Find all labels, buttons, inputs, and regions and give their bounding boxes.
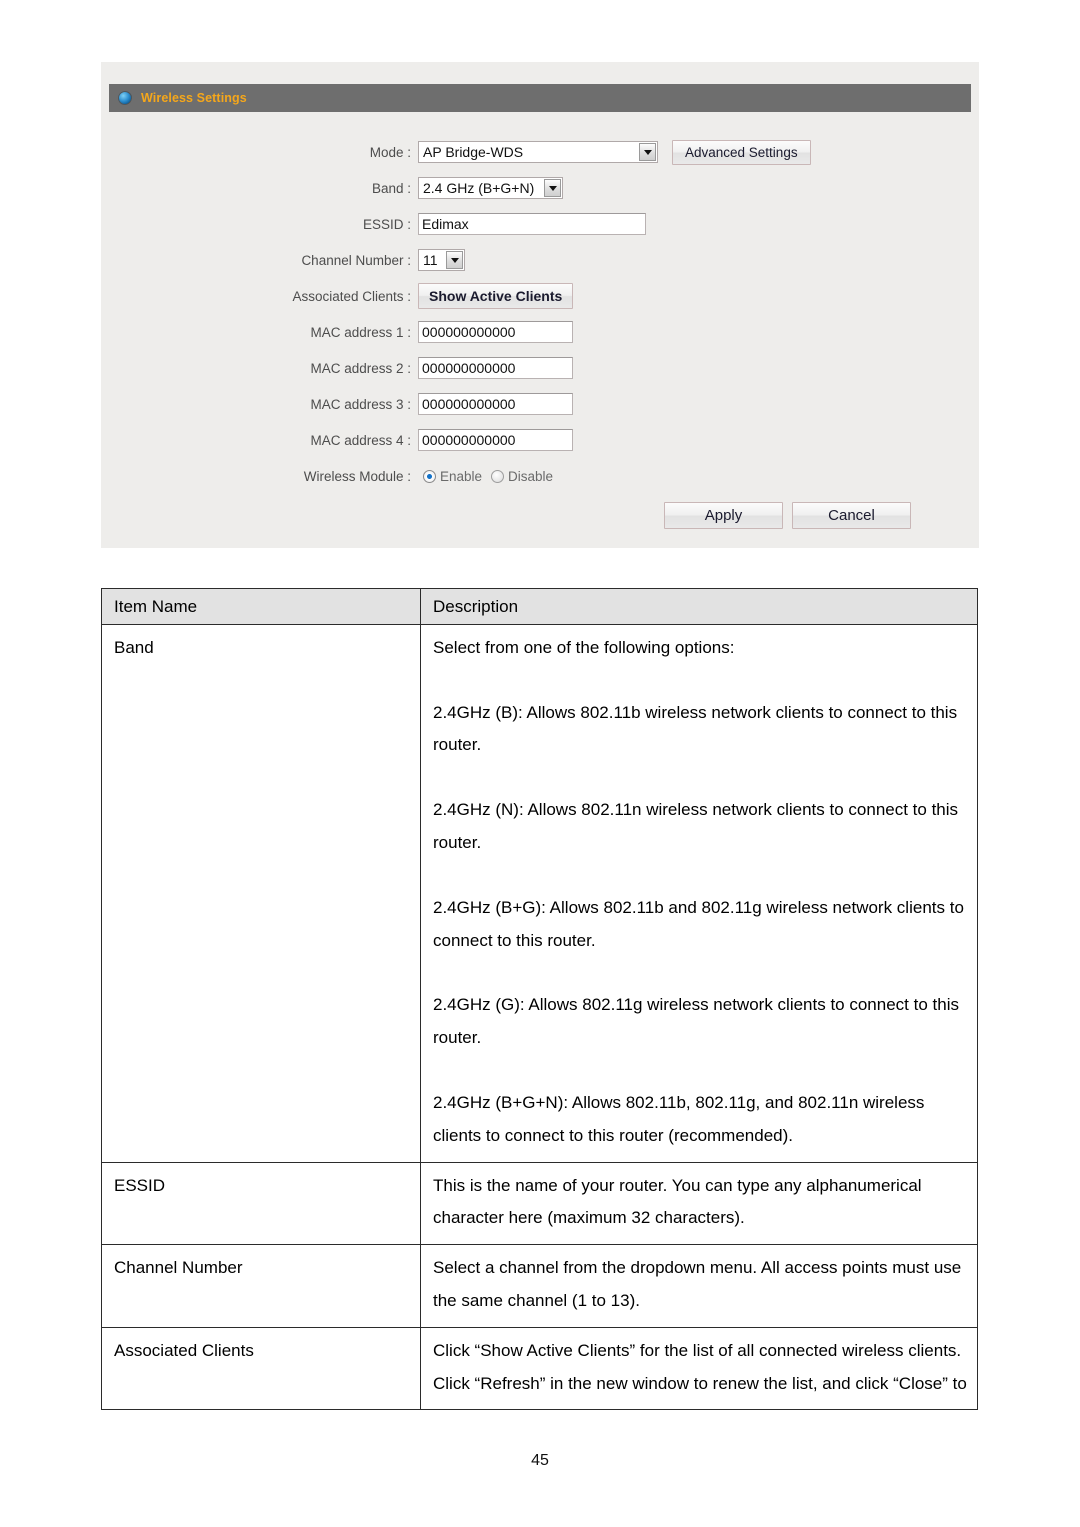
column-header-description: Description [420, 588, 978, 625]
channel-number-value: 11 [423, 252, 438, 268]
apply-button[interactable]: Apply [664, 502, 783, 529]
field-row-associated-clients: Associated Clients : Show Active Clients [101, 278, 979, 314]
wireless-settings-screenshot: Wireless Settings Mode : AP Bridge-WDS A… [101, 62, 979, 548]
chevron-down-icon[interactable] [544, 179, 561, 197]
field-row-band: Band : 2.4 GHz (B+G+N) [101, 170, 979, 206]
row-description: Select a channel from the dropdown menu.… [420, 1244, 978, 1328]
description-paragraph: 2.4GHz (B+G): Allows 802.11b and 802.11g… [433, 897, 964, 950]
settings-description-table: Item Name Description Band Select from o… [101, 588, 978, 1411]
chevron-down-icon[interactable] [446, 251, 463, 269]
table-row: Band Select from one of the following op… [101, 623, 978, 1163]
mode-value: AP Bridge-WDS [423, 144, 524, 160]
radio-selected-icon [423, 469, 436, 483]
row-description: Click “Show Active Clients” for the list… [420, 1326, 978, 1411]
mac-address-4-input[interactable]: 000000000000 [418, 429, 573, 451]
panel-title: Wireless Settings [141, 91, 247, 105]
mac-address-2-label: MAC address 2 : [310, 360, 411, 376]
mode-select[interactable]: AP Bridge-WDS [418, 141, 658, 163]
radio-bullet-icon [118, 91, 132, 105]
mac-address-1-label: MAC address 1 : [310, 324, 411, 340]
band-select[interactable]: 2.4 GHz (B+G+N) [418, 177, 563, 199]
field-row-channel-number: Channel Number : 11 [101, 242, 979, 278]
table-row: Channel Number Select a channel from the… [101, 1244, 978, 1328]
description-paragraph: Select from one of the following options… [433, 637, 735, 657]
table-header-row: Item Name Description [101, 588, 978, 625]
field-row-mac-address-4: MAC address 4 : 000000000000 [101, 422, 979, 458]
row-item-name: Band [101, 623, 421, 1163]
description-paragraph: This is the name of your router. You can… [433, 1175, 922, 1228]
wireless-module-enable-radio[interactable]: Enable [423, 469, 482, 484]
field-row-mac-address-2: MAC address 2 : 000000000000 [101, 350, 979, 386]
field-row-mode: Mode : AP Bridge-WDS Advanced Settings [101, 134, 979, 170]
advanced-settings-button[interactable]: Advanced Settings [672, 139, 811, 165]
wireless-module-disable-radio[interactable]: Disable [491, 469, 553, 484]
wireless-module-radio-group: Enable Disable [418, 469, 553, 484]
chevron-down-icon[interactable] [639, 143, 656, 161]
column-header-item-name: Item Name [101, 588, 421, 625]
essid-label: ESSID : [362, 216, 411, 232]
field-row-wireless-module: Wireless Module : Enable Disable [101, 458, 979, 494]
mac-address-3-label: MAC address 3 : [310, 396, 411, 412]
description-paragraph: 2.4GHz (G): Allows 802.11g wireless netw… [433, 995, 959, 1048]
description-paragraph: Select a channel from the dropdown menu.… [433, 1258, 962, 1310]
mac-address-4-label: MAC address 4 : [310, 432, 411, 448]
channel-number-label: Channel Number : [301, 252, 411, 268]
mac-address-3-input[interactable]: 000000000000 [418, 393, 573, 415]
associated-clients-label: Associated Clients : [292, 288, 411, 304]
description-paragraph: Click “Show Active Clients” for the list… [433, 1340, 967, 1393]
wireless-module-disable-label: Disable [508, 468, 554, 484]
cancel-button[interactable]: Cancel [792, 502, 911, 529]
channel-number-select[interactable]: 11 [418, 249, 465, 271]
wireless-settings-form: Mode : AP Bridge-WDS Advanced Settings B… [101, 134, 979, 494]
essid-input[interactable]: Edimax [418, 213, 646, 235]
description-paragraph: 2.4GHz (B): Allows 802.11b wireless netw… [433, 702, 958, 755]
mode-label: Mode : [369, 144, 411, 160]
table-body: Band Select from one of the following op… [101, 623, 978, 1411]
field-row-mac-address-1: MAC address 1 : 000000000000 [101, 314, 979, 350]
table-row: ESSID This is the name of your router. Y… [101, 1161, 978, 1246]
mac-address-2-input[interactable]: 000000000000 [418, 357, 573, 379]
row-item-name: Associated Clients [101, 1326, 421, 1411]
description-paragraph: 2.4GHz (B+G+N): Allows 802.11b, 802.11g,… [433, 1092, 925, 1145]
field-row-mac-address-3: MAC address 3 : 000000000000 [101, 386, 979, 422]
show-active-clients-button[interactable]: Show Active Clients [418, 283, 574, 309]
mac-address-1-input[interactable]: 000000000000 [418, 321, 573, 343]
field-row-essid: ESSID : Edimax [101, 206, 979, 242]
row-item-name: ESSID [101, 1161, 421, 1246]
row-item-name: Channel Number [101, 1244, 421, 1328]
wireless-module-enable-label: Enable [440, 468, 483, 484]
table-row: Associated Clients Click “Show Active Cl… [101, 1326, 978, 1411]
wireless-module-label: Wireless Module : [303, 468, 411, 484]
band-label: Band : [371, 180, 411, 196]
page-number: 45 [531, 1452, 549, 1469]
radio-unselected-icon [491, 469, 505, 483]
band-value: 2.4 GHz (B+G+N) [423, 180, 535, 196]
panel-header: Wireless Settings [109, 84, 971, 112]
description-paragraph: 2.4GHz (N): Allows 802.11n wireless netw… [433, 800, 959, 852]
row-description: Select from one of the following options… [420, 623, 978, 1163]
row-description: This is the name of your router. You can… [420, 1161, 978, 1246]
form-actions: Apply Cancel [101, 502, 979, 529]
